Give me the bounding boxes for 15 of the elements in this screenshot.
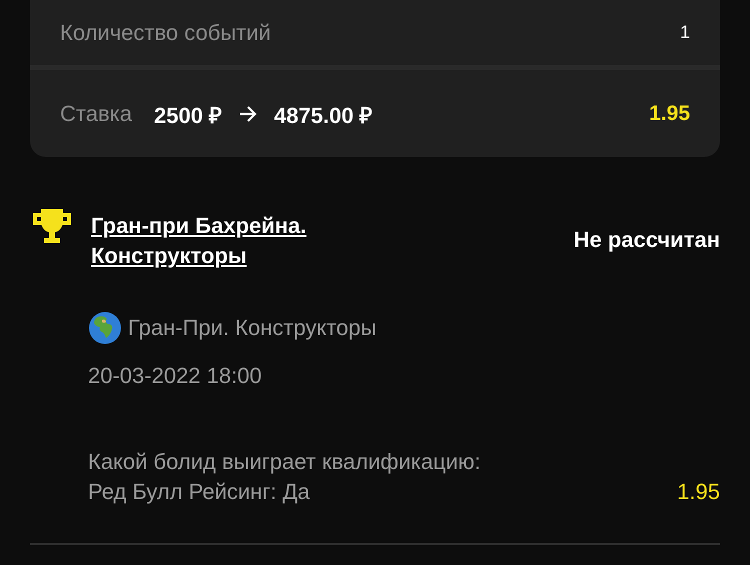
selection-name: Ред Булл Рейсинг: Да <box>88 478 311 506</box>
tournament-name: Гран-При. Конструкторы <box>128 314 376 342</box>
row-label: Ставка <box>60 100 132 126</box>
odds-value: 1.95 <box>649 102 690 126</box>
event-count: 1 <box>680 22 690 43</box>
arrow-icon <box>238 104 258 122</box>
row-label: Количество событий <box>60 20 271 46</box>
event-date: 20-03-2022 18:00 <box>88 362 263 390</box>
globe-icon <box>88 311 122 345</box>
event-title-link[interactable]: Гран-при Бахрейна. Конструкторы <box>91 211 361 271</box>
stake-amount: 2500 ₽ <box>154 102 222 128</box>
status-text: Не рассчитан <box>574 227 720 253</box>
market-name: Какой болид выиграет квалификацию: <box>88 448 481 476</box>
odds-value: 1.95 <box>677 478 720 506</box>
payout-amount: 4875.00 ₽ <box>274 102 373 128</box>
